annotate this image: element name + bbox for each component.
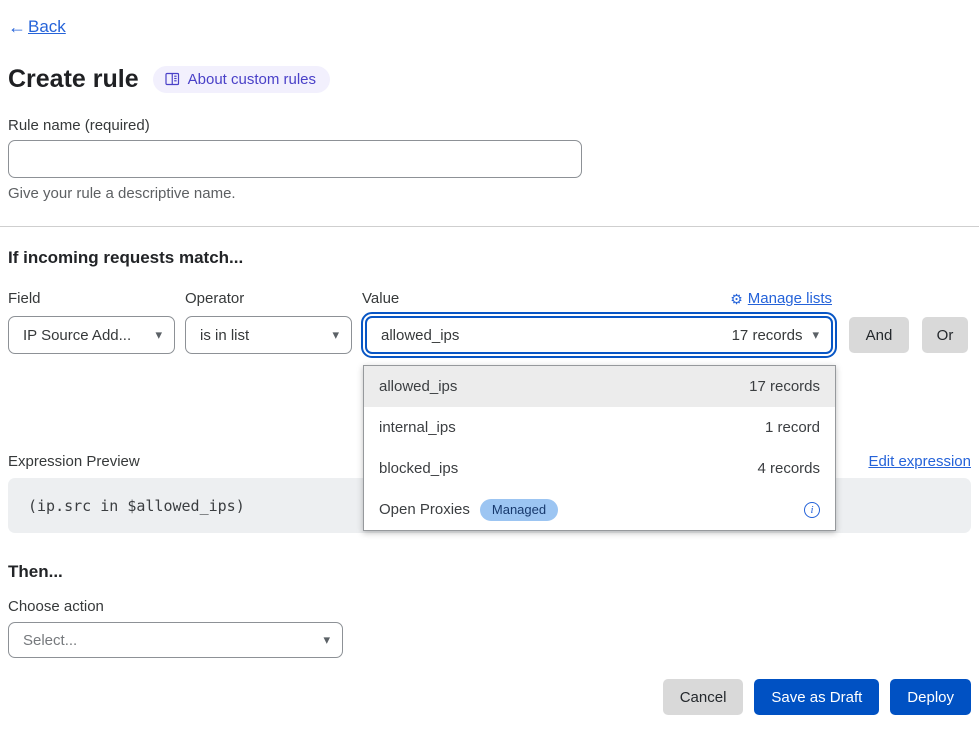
book-icon (165, 72, 180, 86)
condition-labels-row: Field Operator Value ⚙ Manage lists (8, 289, 971, 309)
about-custom-rules-link[interactable]: About custom rules (153, 66, 330, 93)
action-select-placeholder: Select... (23, 632, 77, 649)
page-title: Create rule (8, 64, 139, 94)
chevron-down-icon: ▾ (332, 327, 339, 343)
and-button[interactable]: And (849, 317, 909, 353)
list-item-label: blocked_ips (379, 460, 458, 477)
save-as-draft-button[interactable]: Save as Draft (754, 679, 879, 715)
list-item-open-proxies[interactable]: Open Proxies Managed i (364, 489, 835, 530)
back-arrow-icon: ← (8, 16, 26, 38)
value-dropdown-menu: allowed_ips 17 records internal_ips 1 re… (363, 365, 836, 531)
edit-expression-link[interactable]: Edit expression (868, 453, 971, 470)
list-item-meta: 1 record (765, 419, 820, 436)
match-section-heading: If incoming requests match... (8, 247, 971, 269)
deploy-button[interactable]: Deploy (890, 679, 971, 715)
list-item-meta: 17 records (749, 378, 820, 395)
back-link[interactable]: ←Back (8, 0, 66, 38)
value-select[interactable]: allowed_ips 17 records ▾ (365, 316, 833, 354)
section-divider (0, 226, 979, 227)
value-label: Value (362, 289, 399, 309)
rule-name-label: Rule name (required) (8, 116, 971, 136)
rule-name-input[interactable] (8, 140, 582, 178)
operator-select[interactable]: is in list ▾ (185, 316, 352, 354)
value-select-value: allowed_ips (381, 327, 459, 344)
list-item-label: Open Proxies (379, 501, 470, 518)
footer-actions: Cancel Save as Draft Deploy (8, 679, 971, 715)
chevron-down-icon: ▾ (812, 327, 819, 343)
cancel-button[interactable]: Cancel (663, 679, 744, 715)
field-select[interactable]: IP Source Add... ▾ (8, 316, 175, 354)
value-select-meta: 17 records (732, 327, 803, 344)
chevron-down-icon: ▾ (155, 327, 162, 343)
manage-lists-link[interactable]: ⚙ Manage lists (730, 289, 832, 309)
gear-icon: ⚙ (730, 289, 743, 309)
list-item-meta: 4 records (757, 460, 820, 477)
info-icon[interactable]: i (804, 502, 820, 518)
operator-label: Operator (185, 289, 362, 309)
page-header: Create rule About custom rules (8, 64, 971, 94)
create-rule-page: ←Back Create rule About custom rules Rul… (0, 0, 979, 739)
or-button[interactable]: Or (922, 317, 968, 353)
manage-lists-label: Manage lists (748, 289, 832, 309)
then-section-heading: Then... (8, 561, 971, 583)
rule-name-helper: Give your rule a descriptive name. (8, 184, 971, 204)
condition-controls-row: IP Source Add... ▾ is in list ▾ allowed_… (8, 316, 971, 354)
list-item-label: internal_ips (379, 419, 456, 436)
field-select-value: IP Source Add... (23, 327, 131, 344)
list-item-internal-ips[interactable]: internal_ips 1 record (364, 407, 835, 448)
about-badge-label: About custom rules (188, 71, 316, 88)
field-label: Field (8, 289, 185, 309)
chevron-down-icon: ▾ (323, 632, 330, 648)
action-select[interactable]: Select... ▾ (8, 622, 343, 658)
expression-code: (ip.src in $allowed_ips) (28, 497, 245, 515)
operator-select-value: is in list (200, 327, 249, 344)
list-item-blocked-ips[interactable]: blocked_ips 4 records (364, 448, 835, 489)
list-item-label: allowed_ips (379, 378, 457, 395)
managed-badge: Managed (480, 499, 558, 521)
back-link-label: Back (28, 16, 66, 38)
list-item-allowed-ips[interactable]: allowed_ips 17 records (364, 366, 835, 407)
expression-preview-label: Expression Preview (8, 453, 140, 470)
choose-action-label: Choose action (8, 597, 971, 617)
